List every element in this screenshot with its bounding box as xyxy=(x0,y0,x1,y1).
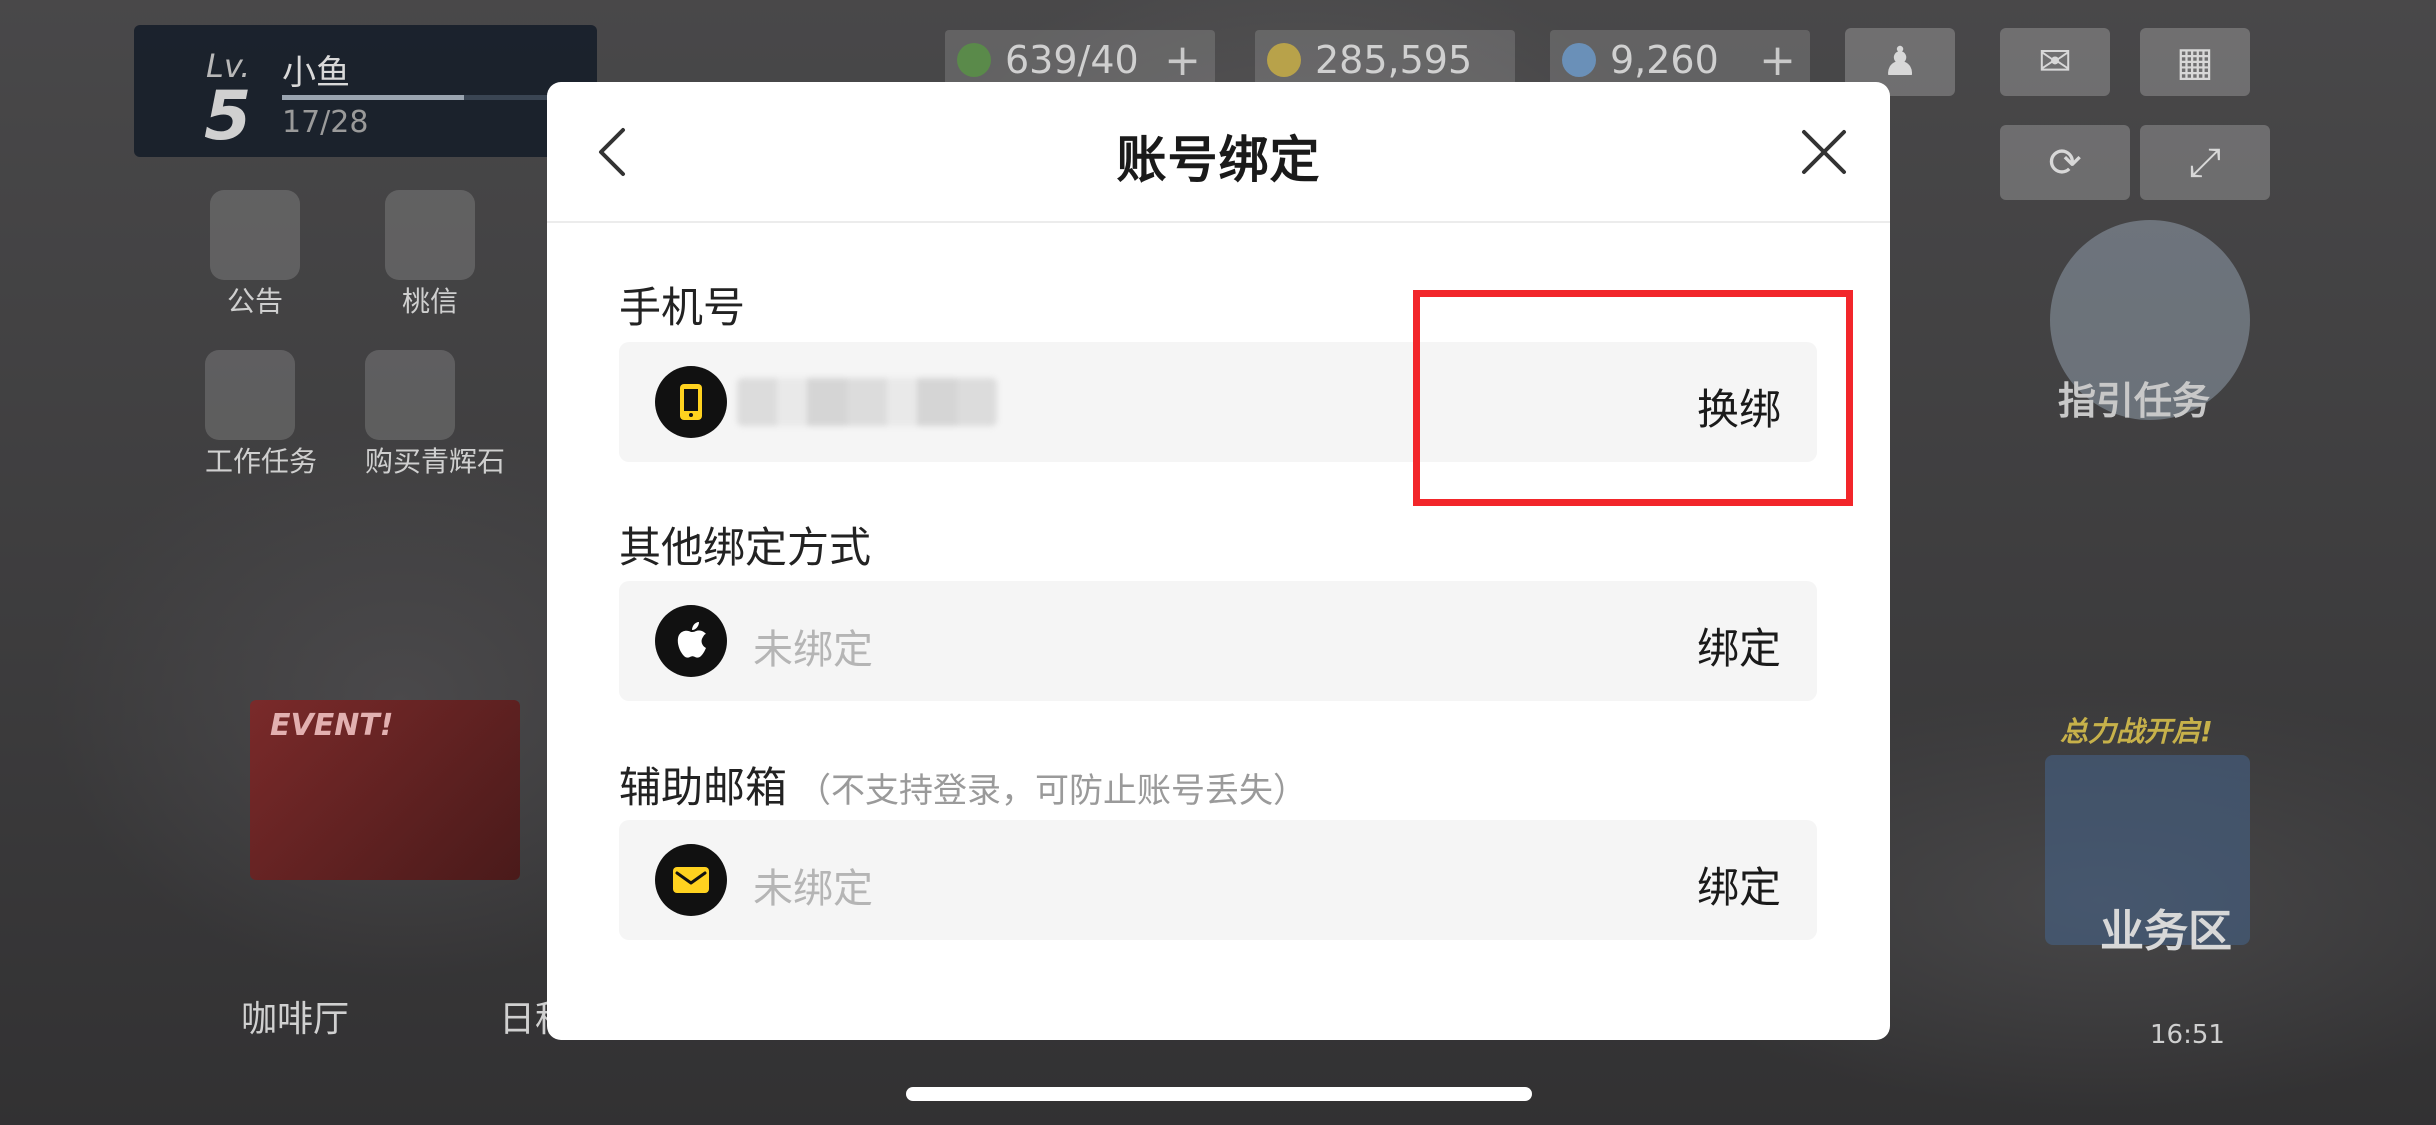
side-item-buy-gems[interactable]: 购买青辉石 xyxy=(365,350,505,480)
email-label-text: 辅助邮箱 xyxy=(619,763,788,812)
stamina-plus-button[interactable]: + xyxy=(1164,35,1201,86)
account-binding-dialog: 账号绑定 手机号 换绑 其他绑定方式 未绑定 绑定 辅助邮箱 （不支持登录，可防… xyxy=(547,82,1890,1040)
gem-icon xyxy=(1562,43,1596,77)
xp-bar-fill xyxy=(282,95,465,100)
guide-task-label: 指引任务 xyxy=(2058,379,2211,423)
email-bind-row: 未绑定 绑定 xyxy=(619,820,1817,940)
gem-plus-button[interactable]: + xyxy=(1759,35,1796,86)
shopping-bag-icon xyxy=(365,350,455,440)
side-item-label: 桃信 xyxy=(401,285,458,318)
side-item-label: 公告 xyxy=(226,285,283,318)
side-item-label: 购买青辉石 xyxy=(365,445,506,478)
credit-resource: 285,595 xyxy=(1255,30,1515,90)
apple-icon xyxy=(655,605,727,677)
bind-email-button[interactable]: 绑定 xyxy=(1697,854,1781,915)
total-war-tag: 总力战开启! xyxy=(2060,715,2213,748)
clipboard-icon xyxy=(205,350,295,440)
phone-icon xyxy=(655,366,727,438)
xp-bar xyxy=(282,95,582,100)
business-area-label: 业务区 xyxy=(2100,906,2232,957)
email-section-label: 辅助邮箱 （不支持登录，可防止账号丢失） xyxy=(619,754,1307,815)
megaphone-icon xyxy=(210,190,300,280)
phone-section-label: 手机号 xyxy=(619,283,746,332)
event-banner-label: EVENT! xyxy=(270,708,394,743)
apple-bind-row: 未绑定 绑定 xyxy=(619,581,1817,701)
phone-icon xyxy=(385,190,475,280)
gem-resource: 9,260 + xyxy=(1550,30,1810,90)
apple-bind-status: 未绑定 xyxy=(753,627,873,673)
stamina-value: 639/40 xyxy=(1005,38,1139,82)
nav-cafe[interactable]: 咖啡厅 xyxy=(230,990,360,1042)
credit-icon xyxy=(1267,43,1301,77)
home-indicator[interactable] xyxy=(906,1087,1532,1101)
side-item-momotalk[interactable]: 桃信 xyxy=(385,190,475,320)
clock: 16:51 xyxy=(2150,1020,2225,1050)
side-item-label: 工作任务 xyxy=(205,445,318,478)
event-banner[interactable]: EVENT! xyxy=(250,700,520,880)
masked-phone-number xyxy=(737,378,997,426)
side-item-notice[interactable]: 公告 xyxy=(210,190,300,320)
bind-apple-button[interactable]: 绑定 xyxy=(1697,615,1781,676)
fullscreen-icon[interactable]: ⤢ xyxy=(2140,125,2270,200)
gem-value: 9,260 xyxy=(1610,38,1719,82)
email-bind-status: 未绑定 xyxy=(753,866,873,912)
mail-icon[interactable]: ✉ xyxy=(2000,28,2110,96)
menu-grid-icon[interactable]: ▦ xyxy=(2140,28,2250,96)
stamina-resource: 639/40 + xyxy=(945,30,1215,90)
highlight-annotation-box xyxy=(1413,290,1853,506)
refresh-icon[interactable]: ⟳ xyxy=(2000,125,2130,200)
email-note: （不支持登录，可防止账号丢失） xyxy=(797,771,1308,811)
xp-text: 17/28 xyxy=(282,105,369,140)
level-number: 5 xyxy=(204,77,252,156)
credit-value: 285,595 xyxy=(1315,38,1473,82)
other-binding-label: 其他绑定方式 xyxy=(619,523,872,572)
player-name: 小鱼 xyxy=(282,53,350,93)
side-item-work-task[interactable]: 工作任务 xyxy=(205,350,317,480)
dialog-header: 账号绑定 xyxy=(547,82,1890,223)
dialog-title: 账号绑定 xyxy=(1116,131,1321,189)
mail-icon xyxy=(655,844,727,916)
stamina-icon xyxy=(957,43,991,77)
close-icon[interactable] xyxy=(1796,124,1852,180)
player-level-panel: Lv. 5 小鱼 17/28 xyxy=(134,25,597,157)
